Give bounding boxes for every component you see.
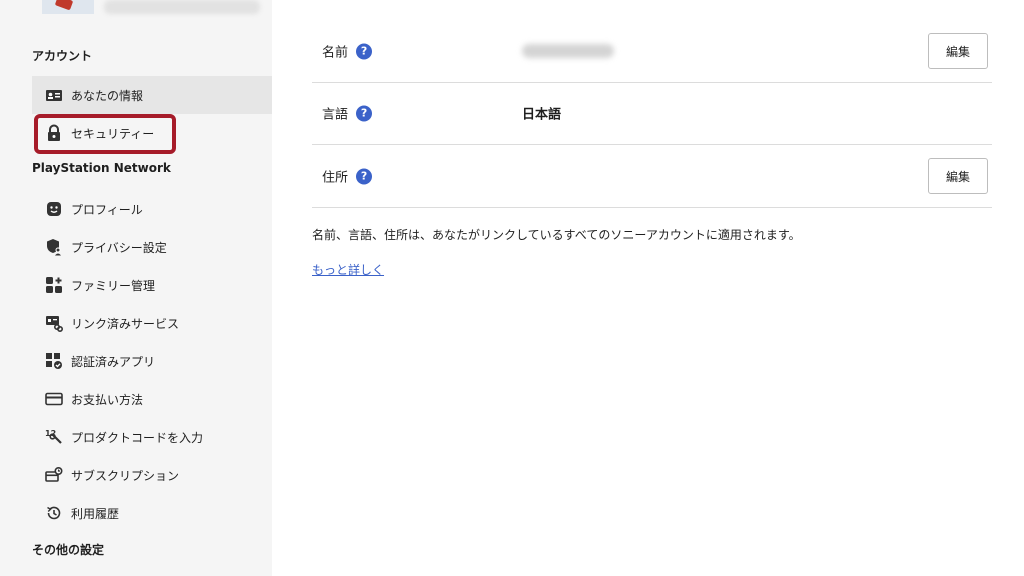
sidebar: アカウント あなたの情報 セキュリティー PlayStation Network… xyxy=(0,0,272,576)
sidebar-item-authorized-apps[interactable]: 認証済みアプリ xyxy=(32,342,272,380)
avatar[interactable] xyxy=(42,0,94,14)
info-row-name: 名前 ? 編集 xyxy=(312,20,992,83)
sidebar-item-label: プロフィール xyxy=(71,202,143,217)
sidebar-item-label: プライバシー設定 xyxy=(71,240,167,255)
sidebar-item-history[interactable]: 利用履歴 xyxy=(32,494,272,532)
section-title-account: アカウント xyxy=(32,49,93,63)
sidebar-item-label: プロダクトコードを入力 xyxy=(71,430,204,445)
family-icon xyxy=(44,275,64,295)
sidebar-item-privacy[interactable]: プライバシー設定 xyxy=(32,228,272,266)
user-email-blurred xyxy=(104,0,260,14)
privacy-shield-icon xyxy=(44,237,64,257)
info-row-address: 住所 ? 編集 xyxy=(312,145,992,208)
sidebar-item-your-info[interactable]: あなたの情報 xyxy=(32,76,272,114)
credit-card-icon xyxy=(44,389,64,409)
section-title-other: その他の設定 xyxy=(32,543,105,557)
help-icon[interactable]: ? xyxy=(356,168,373,184)
sidebar-item-label: ファミリー管理 xyxy=(71,278,156,293)
name-value-blurred xyxy=(522,44,614,58)
row-label: 言語 xyxy=(322,107,349,123)
help-icon[interactable]: ? xyxy=(356,43,373,59)
sidebar-item-family[interactable]: ファミリー管理 xyxy=(32,266,272,304)
info-note: 名前、言語、住所は、あなたがリンクしているすべてのソニーアカウントに適用されます… xyxy=(312,228,801,242)
sidebar-item-label: 認証済みアプリ xyxy=(71,354,156,369)
sidebar-item-subscription[interactable]: サブスクリプション xyxy=(32,456,272,494)
sidebar-item-payment[interactable]: お支払い方法 xyxy=(32,380,272,418)
sidebar-item-linked-services[interactable]: リンク済みサービス xyxy=(32,304,272,342)
learn-more-link[interactable]: もっと詳しく xyxy=(312,261,384,278)
help-icon[interactable]: ? xyxy=(356,105,373,121)
sidebar-item-product-code[interactable]: 12 プロダクトコードを入力 xyxy=(32,418,272,456)
row-label: 住所 xyxy=(322,170,349,186)
language-value: 日本語 xyxy=(522,107,562,123)
sidebar-item-label: リンク済みサービス xyxy=(71,316,180,331)
highlight-annotation xyxy=(34,114,176,154)
sidebar-item-label: サブスクリプション xyxy=(71,468,180,483)
edit-address-button[interactable]: 編集 xyxy=(928,158,988,194)
face-icon xyxy=(44,199,64,219)
section-title-psn: PlayStation Network xyxy=(32,161,171,175)
linked-services-icon xyxy=(44,313,64,333)
history-icon xyxy=(44,503,64,523)
authorized-apps-icon xyxy=(44,351,64,371)
product-code-icon: 12 xyxy=(44,427,64,447)
info-row-language: 言語 ? 日本語 xyxy=(312,82,992,145)
subscription-icon xyxy=(44,465,64,485)
sidebar-item-label: 利用履歴 xyxy=(71,506,120,521)
sidebar-item-label: あなたの情報 xyxy=(71,88,144,103)
sidebar-item-profile[interactable]: プロフィール xyxy=(32,190,272,228)
id-card-icon xyxy=(44,85,64,105)
edit-name-button[interactable]: 編集 xyxy=(928,33,988,69)
sidebar-item-label: お支払い方法 xyxy=(71,392,144,407)
row-label: 名前 xyxy=(322,45,349,61)
